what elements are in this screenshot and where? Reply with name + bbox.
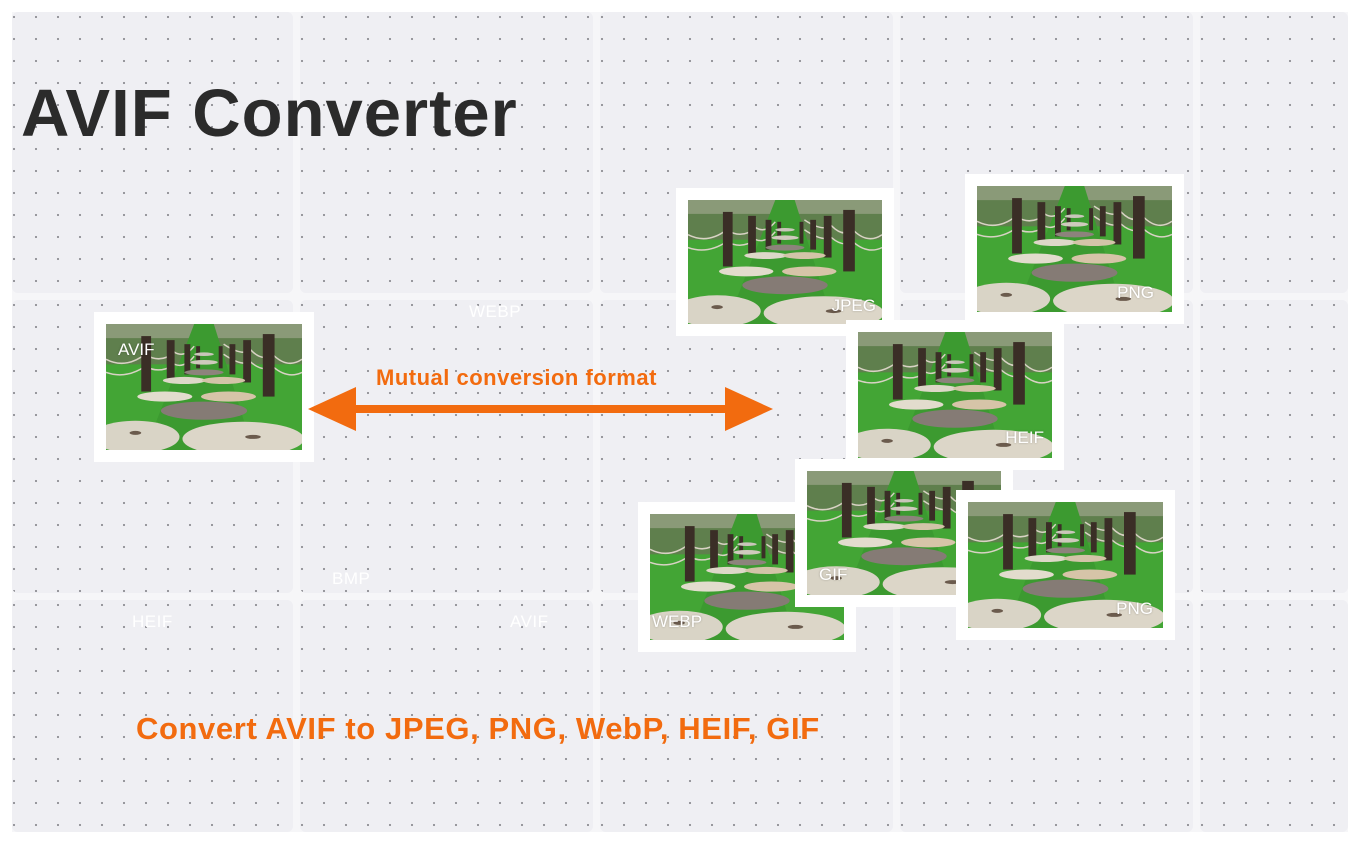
source-image-card: AVIF: [94, 312, 314, 462]
format-label: WEBP: [652, 612, 703, 631]
grid-panel: [12, 12, 293, 293]
page-title: AVIF Converter: [21, 76, 518, 151]
photo-stone-path-icon: PNG: [968, 502, 1163, 628]
target-image-card-png: PNG: [965, 174, 1184, 324]
target-image-card-jpeg: JPEG: [676, 188, 894, 336]
target-image-card-png-2: PNG: [956, 490, 1175, 640]
grid-panel: [1200, 600, 1348, 832]
grid-panel: [1200, 300, 1348, 593]
grid-panel: [1200, 12, 1348, 293]
format-label: HEIF: [1005, 428, 1044, 447]
watermark-label: BMP: [332, 569, 371, 588]
target-image-card-heif: HEIF: [846, 320, 1064, 470]
photo-stone-path-icon: JPEG: [688, 200, 882, 324]
grid-panel: [300, 300, 593, 593]
photo-stone-path-icon: HEIF: [858, 332, 1052, 458]
format-label: GIF: [819, 565, 848, 584]
double-arrow-icon: [308, 387, 773, 431]
grid-panel: [300, 12, 593, 293]
photo-stone-path-icon: AVIF: [106, 324, 302, 450]
photo-stone-path-icon: PNG: [977, 186, 1172, 312]
format-label: PNG: [1117, 283, 1154, 302]
format-label: AVIF: [118, 340, 155, 359]
format-label: PNG: [1116, 599, 1153, 618]
watermark-label: AVIF: [510, 612, 549, 631]
watermark-label: WEBP: [469, 302, 522, 321]
subtitle: Convert AVIF to JPEG, PNG, WebP, HEIF, G…: [136, 711, 820, 746]
watermark-label: HEIF: [132, 612, 173, 631]
format-label: JPEG: [831, 296, 876, 315]
